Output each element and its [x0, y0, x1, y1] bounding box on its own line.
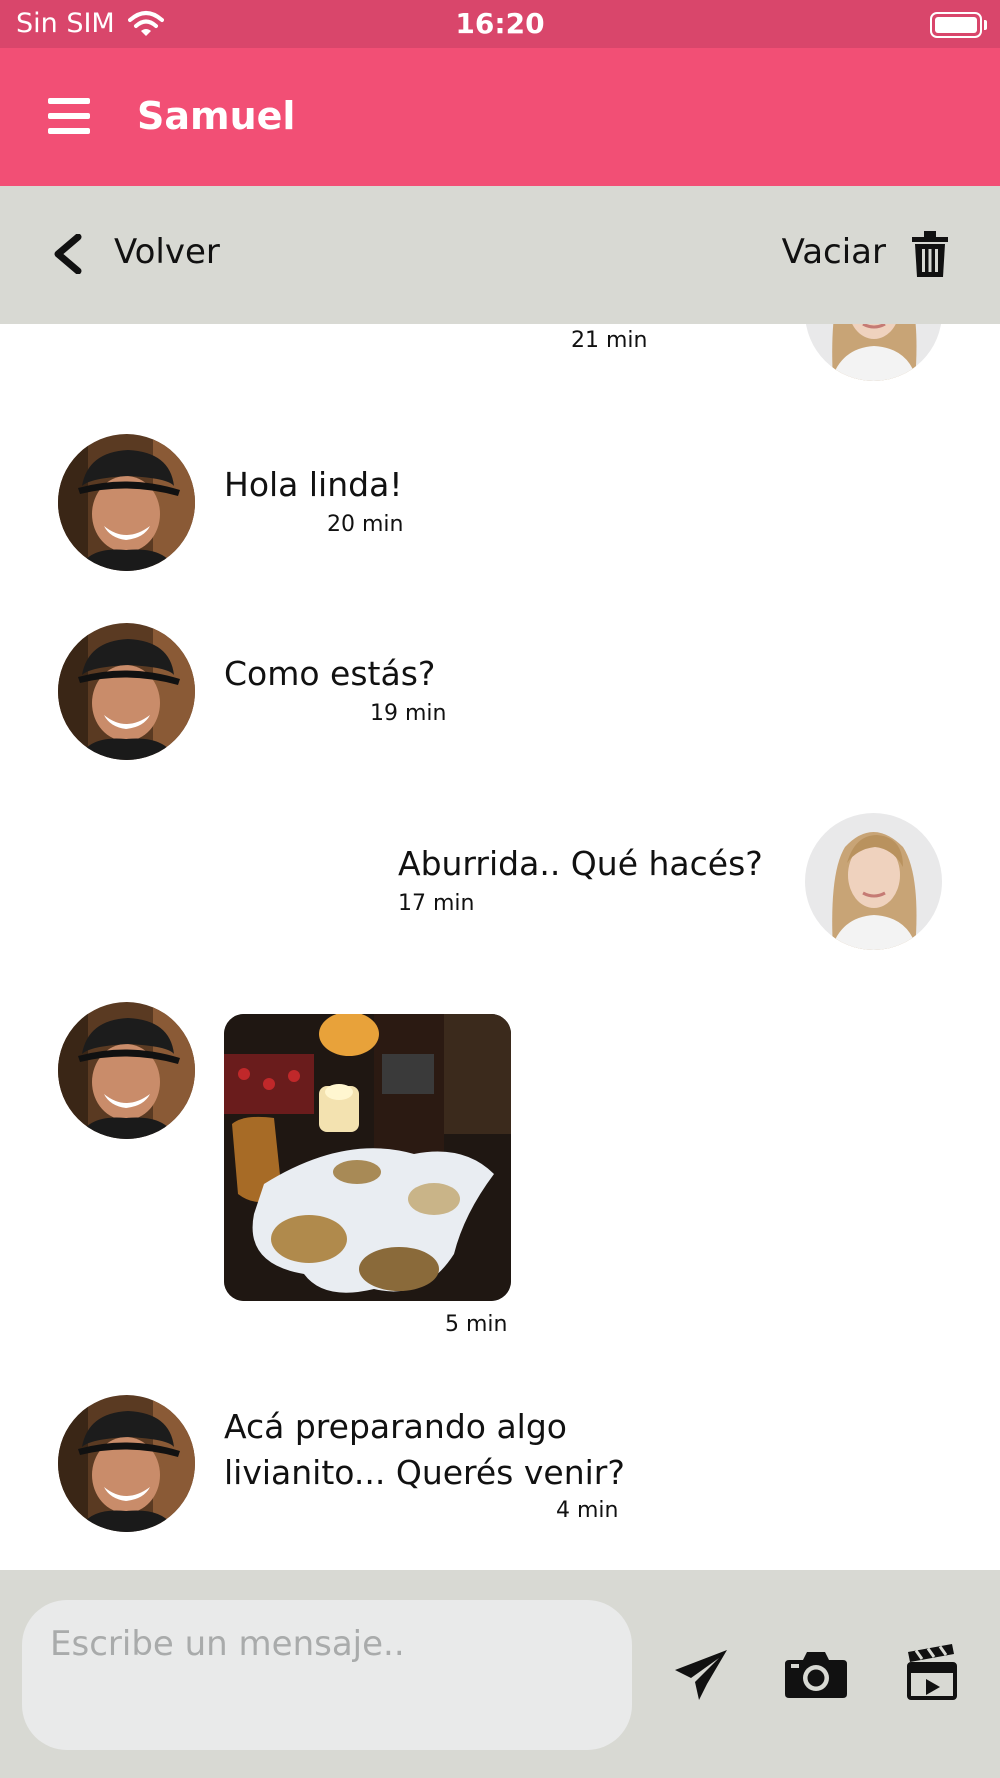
message-photo[interactable]: [224, 1014, 511, 1301]
message-composer: [0, 1570, 1000, 1778]
message-text: Aburrida.. Qué hacés?: [398, 844, 763, 883]
message-input[interactable]: [22, 1600, 632, 1750]
message-time: 5 min: [445, 1312, 508, 1337]
avatar-contact: [58, 1395, 195, 1532]
back-label[interactable]: Volver: [114, 232, 220, 272]
avatar-contact: [58, 434, 195, 571]
chevron-left-icon[interactable]: [50, 234, 86, 274]
message-text: Hola linda!: [224, 465, 403, 504]
chat-toolbar: Volver Vaciar: [0, 186, 1000, 324]
message-time: 21 min: [571, 328, 648, 353]
hamburger-menu-icon[interactable]: [48, 98, 90, 134]
message-time: 20 min: [327, 512, 404, 537]
chat-contact-name: Samuel: [137, 94, 296, 138]
status-bar: Sin SIM 16:20: [0, 0, 1000, 48]
message-text: Como estás?: [224, 654, 436, 693]
message-text-line: livianito... Querés venir?: [224, 1453, 625, 1492]
battery-icon: [930, 12, 982, 38]
message-time: 19 min: [370, 701, 447, 726]
message-time: 4 min: [556, 1498, 619, 1523]
message-list[interactable]: 21 min Hola linda! 20 min Como estás? 19…: [0, 324, 1000, 1570]
message-text-line: Acá preparando algo: [224, 1407, 567, 1446]
avatar-self: [805, 324, 942, 381]
paper-plane-icon[interactable]: [673, 1648, 729, 1702]
clear-label[interactable]: Vaciar: [782, 232, 886, 272]
avatar-contact: [58, 623, 195, 760]
trash-icon[interactable]: [912, 230, 948, 278]
app-header: Samuel: [0, 48, 1000, 186]
camera-icon[interactable]: [785, 1650, 847, 1698]
clapperboard-icon[interactable]: [906, 1644, 958, 1700]
avatar-contact: [58, 1002, 195, 1139]
message-time: 17 min: [398, 891, 475, 916]
avatar-self: [805, 813, 942, 950]
battery-tip: [984, 20, 987, 30]
clock: 16:20: [455, 7, 545, 40]
